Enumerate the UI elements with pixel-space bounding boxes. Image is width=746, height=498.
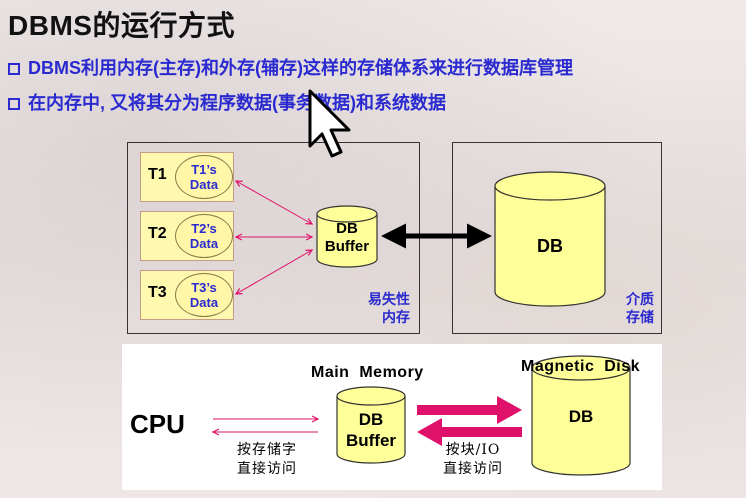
lower-db-label: DB (568, 407, 594, 426)
buffer-label-line1: DB (358, 410, 384, 429)
block-access-caption: 按块/IO 直接访问 (428, 441, 518, 479)
main-memory-label: Main Memory (311, 364, 424, 381)
caption-line2: 直接访问 (237, 461, 297, 477)
caption-line1: 按块/IO (445, 442, 501, 458)
lower-buffer-label: DB Buffer (333, 409, 409, 451)
magnetic-disk-label: Magnetic Disk (521, 358, 641, 375)
memory-to-disk-arrow (417, 396, 522, 424)
cpu-label: CPU (130, 409, 185, 439)
mouse-cursor-icon (308, 89, 351, 158)
caption-line2: 直接访问 (443, 461, 503, 477)
buffer-label-line2: Buffer (345, 431, 397, 450)
caption-line1: 按存储字 (237, 442, 297, 458)
word-access-caption: 按存储字 直接访问 (222, 441, 312, 479)
